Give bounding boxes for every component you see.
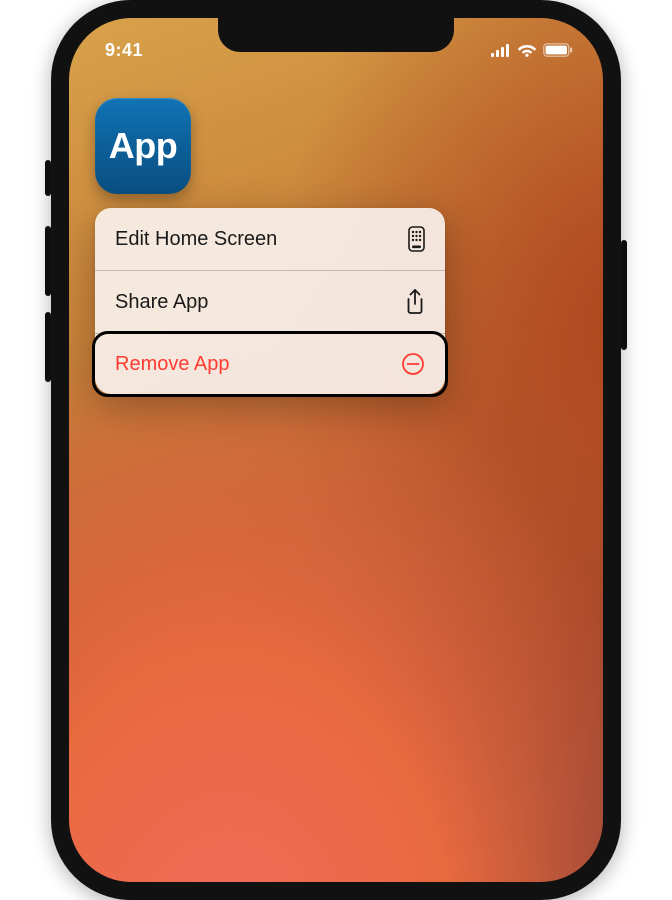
phone-screen: 9:41 (69, 18, 603, 882)
battery-icon (543, 43, 573, 57)
phone-frame: 9:41 (51, 0, 621, 900)
context-menu: Edit Home Screen (95, 208, 445, 394)
volume-up-button (45, 226, 51, 296)
menu-item-remove-app[interactable]: Remove App (95, 333, 445, 394)
share-icon (405, 289, 425, 315)
wifi-icon (517, 43, 537, 57)
menu-item-share-app[interactable]: Share App (95, 270, 445, 333)
menu-item-label: Share App (115, 291, 208, 314)
remove-icon (401, 352, 425, 376)
notch (218, 18, 454, 52)
cellular-icon (491, 44, 511, 57)
menu-item-label: Edit Home Screen (115, 228, 277, 251)
mute-switch (45, 160, 51, 196)
home-screen-icon (408, 226, 425, 252)
power-button (621, 240, 627, 350)
menu-item-label: Remove App (115, 353, 230, 376)
menu-item-edit-home-screen[interactable]: Edit Home Screen (95, 208, 445, 270)
app-icon-label: App (109, 125, 177, 167)
app-icon[interactable]: App (95, 98, 191, 194)
status-indicators (491, 43, 573, 57)
volume-down-button (45, 312, 51, 382)
status-time: 9:41 (105, 40, 143, 61)
